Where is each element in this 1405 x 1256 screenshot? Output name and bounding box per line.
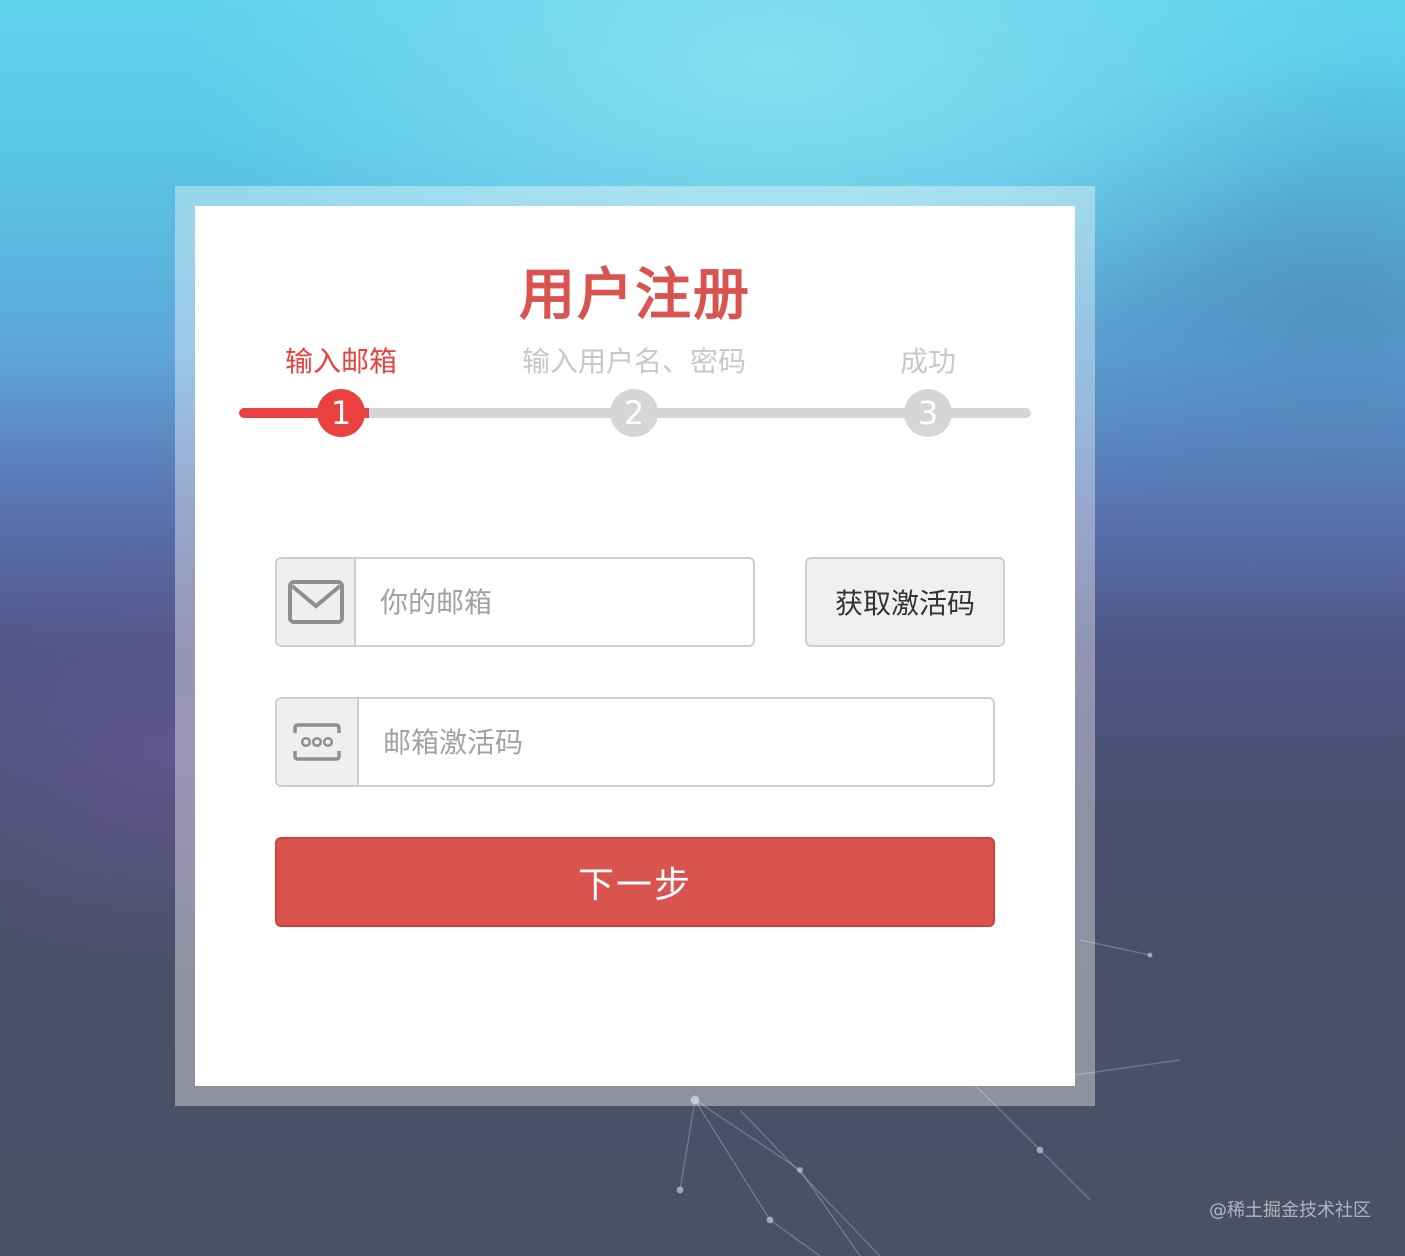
step-1-label: 输入邮箱 <box>284 345 398 378</box>
email-field[interactable] <box>356 559 753 645</box>
step-3-label: 成功 <box>899 345 957 378</box>
step-2-marker: 2 <box>610 389 658 437</box>
step-progress: 输入邮箱 输入用户名、密码 成功 1 2 3 <box>195 336 1075 446</box>
envelope-icon <box>277 559 356 645</box>
page-title: 用户注册 <box>519 263 751 328</box>
code-dots-icon <box>277 699 359 785</box>
email-input-group <box>275 557 755 647</box>
card-frame: 用户注册 输入邮箱 输入用户名、密码 成功 1 2 3 获取激活码 <box>175 186 1095 1106</box>
activation-code-input-group <box>275 697 995 787</box>
next-step-button[interactable]: 下一步 <box>275 837 995 927</box>
step-1-marker: 1 <box>317 389 365 437</box>
step-2-label: 输入用户名、密码 <box>521 345 747 378</box>
step-3-marker: 3 <box>904 389 952 437</box>
get-activation-code-button[interactable]: 获取激活码 <box>805 557 1005 647</box>
watermark: @稀土掘金技术社区 <box>1209 1200 1371 1221</box>
register-card: 用户注册 输入邮箱 输入用户名、密码 成功 1 2 3 获取激活码 <box>195 206 1075 1086</box>
activation-code-field[interactable] <box>359 699 993 785</box>
